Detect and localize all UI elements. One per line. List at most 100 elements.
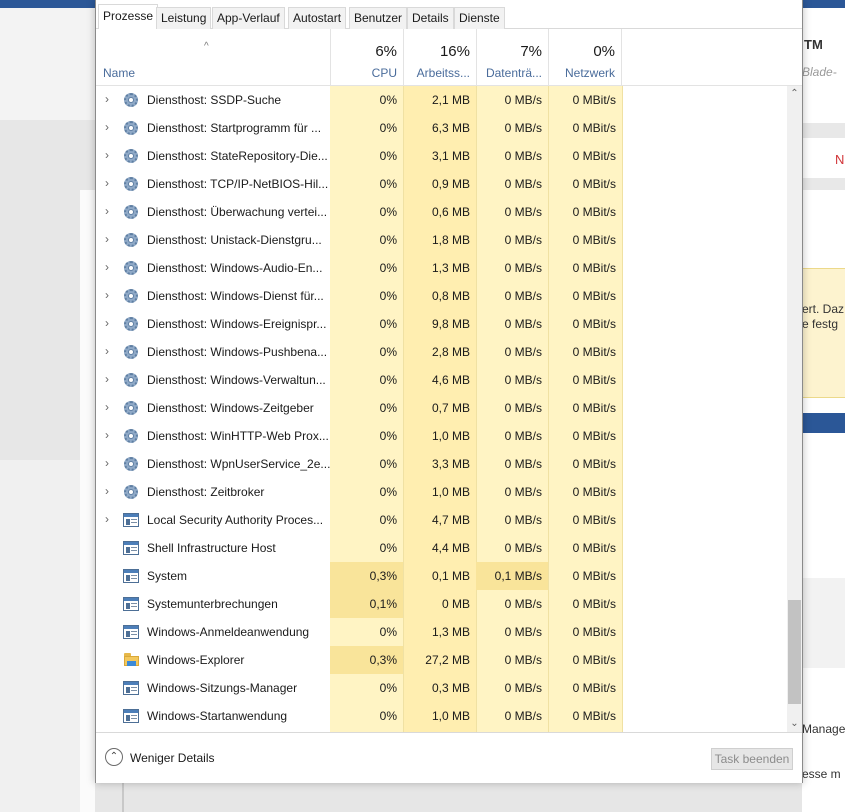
tab-prozesse[interactable]: Prozesse: [98, 4, 159, 30]
process-row[interactable]: › Diensthost: SSDP-Suche 0% 2,1 MB 0 MB/s 0 M…: [96, 86, 787, 114]
memory-column-label: Arbeitss...: [416, 66, 470, 80]
process-row[interactable]: › Diensthost: Windows-Audio-En... 0% 1,3 MB…: [96, 254, 787, 282]
process-name: Diensthost: Windows-Verwaltun...: [147, 373, 326, 387]
process-memory: 0,1 MB: [431, 569, 470, 583]
process-cpu: 0%: [379, 541, 397, 555]
process-cpu: 0,1%: [330, 590, 403, 618]
process-network: 0 MBit/s: [572, 401, 616, 415]
gear-icon: [123, 120, 140, 136]
column-header-network[interactable]: 0% Netzwerk: [548, 29, 622, 86]
vertical-scrollbar[interactable]: ⌃ ⌄: [787, 86, 802, 732]
process-row[interactable]: Windows-Anmeldeanwendung 0% 1,3 MB 0 MB/s 0 …: [96, 618, 787, 646]
background-topbar-right: [802, 0, 845, 8]
gear-icon: [123, 204, 140, 220]
chevron-right-icon[interactable]: ›: [105, 288, 109, 302]
process-row[interactable]: › Diensthost: WpnUserService_2e... 0% 3,3 M…: [96, 450, 787, 478]
process-memory: 4,7 MB: [431, 513, 470, 527]
tab-dienste[interactable]: Dienste: [454, 7, 505, 29]
tab-leistung[interactable]: Leistung: [156, 7, 212, 29]
process-row[interactable]: › Diensthost: WinHTTP-Web Prox... 0% 1,0 MB…: [96, 422, 787, 450]
end-task-button[interactable]: Task beenden: [711, 748, 793, 770]
process-network: 0 MBit/s: [572, 233, 616, 247]
chevron-right-icon[interactable]: ›: [105, 120, 109, 134]
process-row[interactable]: › Diensthost: Unistack-Dienstgru... 0% 1,8 …: [96, 226, 787, 254]
process-row[interactable]: › Diensthost: Windows-Dienst für... 0% 0,8 …: [96, 282, 787, 310]
chevron-right-icon[interactable]: ›: [105, 512, 109, 526]
chevron-right-icon[interactable]: ›: [105, 400, 109, 414]
chevron-right-icon[interactable]: ›: [105, 204, 109, 218]
scrollbar-thumb[interactable]: [788, 600, 801, 704]
process-row[interactable]: › Diensthost: Windows-Pushbena... 0% 2,8 MB…: [96, 338, 787, 366]
process-row[interactable]: › Diensthost: Windows-Ereignispr... 0% 9,8 …: [96, 310, 787, 338]
process-cpu: 0,3%: [330, 562, 403, 590]
cpu-column-label: CPU: [371, 66, 397, 80]
process-name: Windows-Sitzungs-Manager: [147, 681, 298, 695]
process-cpu: 0%: [379, 625, 397, 639]
process-disk: 0 MB/s: [504, 205, 542, 219]
process-row[interactable]: › Diensthost: Überwachung vertei... 0% 0,6 …: [96, 198, 787, 226]
scroll-up-icon[interactable]: ⌃: [787, 86, 802, 102]
chevron-right-icon[interactable]: ›: [105, 260, 109, 274]
fewer-details-link[interactable]: Weniger Details: [130, 751, 214, 765]
task-manager-window: Prozesse Leistung App-Verlauf Autostart …: [95, 0, 803, 783]
process-row[interactable]: › Diensthost: Zeitbroker 0% 1,0 MB 0 MB/s 0 M…: [96, 478, 787, 506]
tab-app-verlauf[interactable]: App-Verlauf: [212, 7, 285, 29]
process-row[interactable]: › Diensthost: TCP/IP-NetBIOS-Hil... 0% 0,9 …: [96, 170, 787, 198]
process-row[interactable]: › Local Security Authority Proces... 0% 4,7…: [96, 506, 787, 534]
process-name: Local Security Authority Proces...: [147, 513, 324, 527]
tab-benutzer[interactable]: Benutzer: [349, 7, 408, 29]
chevron-up-icon[interactable]: ⌃: [105, 748, 123, 766]
app-window-icon: [123, 624, 140, 640]
column-header-name[interactable]: Name: [103, 66, 135, 80]
process-network: 0 MBit/s: [572, 345, 616, 359]
process-network: 0 MBit/s: [572, 429, 616, 443]
app-window-icon: [123, 680, 140, 696]
process-row[interactable]: Windows-Startanwendung 0% 1,0 MB 0 MB/s 0 MB…: [96, 702, 787, 730]
gear-icon: [123, 92, 140, 108]
process-row[interactable]: Windows-Sitzungs-Manager 0% 0,3 MB 0 MB/s 0 …: [96, 674, 787, 702]
process-cpu: 0%: [379, 485, 397, 499]
process-row[interactable]: › Diensthost: Windows-Zeitgeber 0% 0,7 MB 0 …: [96, 394, 787, 422]
process-name: Diensthost: Zeitbroker: [147, 485, 265, 499]
tab-details[interactable]: Details: [407, 7, 454, 29]
chevron-right-icon[interactable]: ›: [105, 176, 109, 190]
chevron-right-icon[interactable]: ›: [105, 428, 109, 442]
disk-column-label: Datenträ...: [485, 66, 542, 80]
footer-bar: ⌃ Weniger Details Task beenden: [96, 732, 802, 783]
process-row[interactable]: › Diensthost: StateRepository-Die... 0% 3,1…: [96, 142, 787, 170]
process-disk: 0 MB/s: [504, 681, 542, 695]
process-cpu: 0%: [379, 317, 397, 331]
process-row[interactable]: Shell Infrastructure Host 0% 4,4 MB 0 MB/s 0…: [96, 534, 787, 562]
network-total-percent: 0%: [593, 43, 615, 60]
process-network: 0 MBit/s: [572, 149, 616, 163]
chevron-right-icon[interactable]: ›: [105, 372, 109, 386]
chevron-right-icon[interactable]: ›: [105, 148, 109, 162]
process-row[interactable]: › Diensthost: Startprogramm für ... 0% 6,3 …: [96, 114, 787, 142]
chevron-right-icon[interactable]: ›: [105, 456, 109, 470]
process-name: Diensthost: WinHTTP-Web Prox...: [147, 429, 329, 443]
process-cpu: 0%: [379, 177, 397, 191]
gear-icon: [123, 400, 140, 416]
app-window-icon: [123, 708, 140, 724]
chevron-right-icon[interactable]: ›: [105, 484, 109, 498]
tab-autostart[interactable]: Autostart: [288, 7, 347, 29]
process-row[interactable]: Systemunterbrechungen 0,1% 0 MB 0 MB/s 0 MBi…: [96, 590, 787, 618]
process-row[interactable]: › Diensthost: Windows-Verwaltun... 0% 4,6 M…: [96, 366, 787, 394]
chevron-right-icon[interactable]: ›: [105, 92, 109, 106]
column-header-memory[interactable]: 16% Arbeitss...: [403, 29, 476, 86]
column-header-disk[interactable]: 7% Datenträ...: [476, 29, 548, 86]
chevron-right-icon[interactable]: ›: [105, 344, 109, 358]
app-window-icon: [123, 568, 140, 584]
process-memory: 27,2 MB: [425, 653, 470, 667]
chevron-right-icon[interactable]: ›: [105, 232, 109, 246]
process-row[interactable]: System 0,3% 0,1 MB 0,1 MB/s 0 MBit/s: [96, 562, 787, 590]
process-row[interactable]: Windows-Explorer 0,3% 27,2 MB 0 MB/s 0 MBit/…: [96, 646, 787, 674]
column-header-cpu[interactable]: 6% CPU: [330, 29, 403, 86]
scroll-down-icon[interactable]: ⌄: [787, 716, 802, 732]
background-divider: [122, 780, 124, 812]
background-subtitle-fragment: Blade-: [802, 65, 837, 79]
process-cpu: 0%: [379, 457, 397, 471]
background-content-strip: [80, 190, 95, 812]
chevron-right-icon[interactable]: ›: [105, 316, 109, 330]
gear-icon: [123, 232, 140, 248]
